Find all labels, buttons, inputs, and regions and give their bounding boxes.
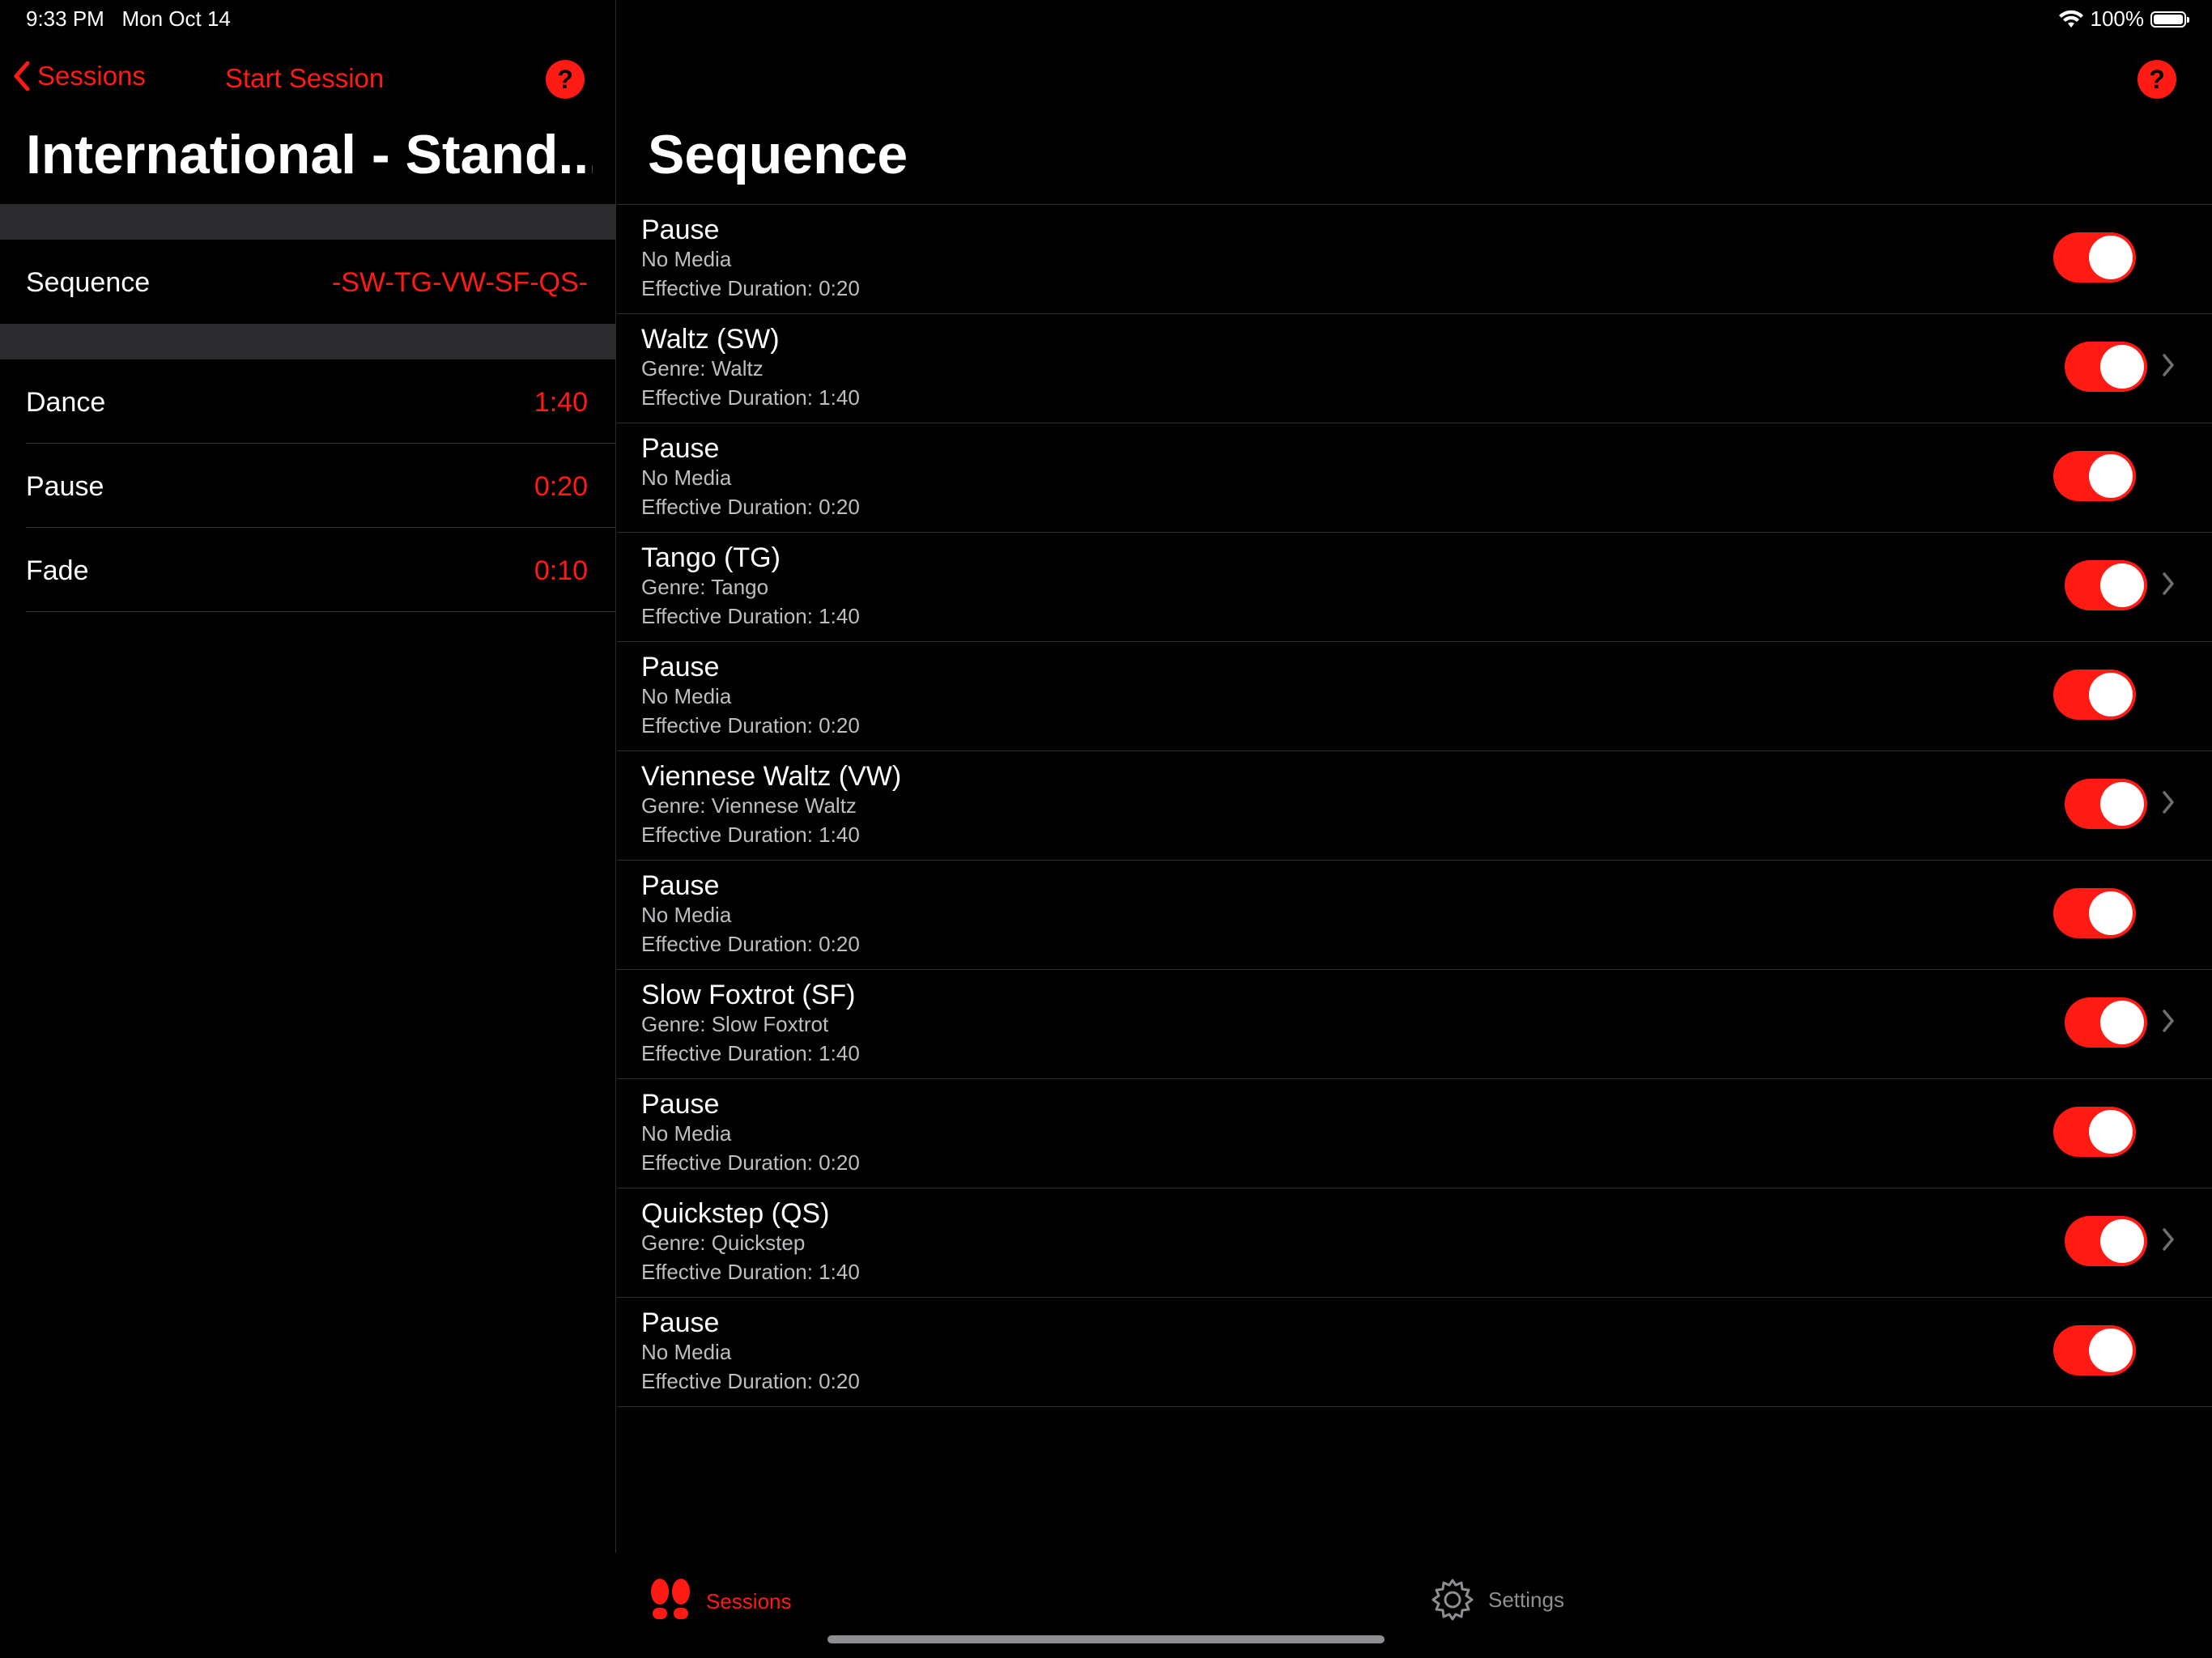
enable-toggle[interactable] (2053, 888, 2136, 938)
duration-label: Pause (26, 471, 104, 502)
item-subtitle: No Media (641, 247, 732, 271)
back-button[interactable]: Sessions (13, 60, 146, 92)
item-duration: Effective Duration: 1:40 (641, 385, 860, 410)
list-item[interactable]: Tango (TG) Genre: Tango Effective Durati… (617, 532, 2212, 641)
item-title: Pause (641, 433, 720, 464)
list-item[interactable]: Pause No Media Effective Duration: 0:20 (617, 1297, 2212, 1406)
page-title: Sequence (648, 124, 908, 185)
item-subtitle: No Media (641, 1121, 732, 1146)
sequence-value: -SW-TG-VW-SF-QS- (331, 267, 588, 298)
home-indicator[interactable] (827, 1635, 1385, 1643)
chevron-right-icon[interactable] (2162, 1227, 2175, 1252)
enable-toggle[interactable] (2065, 997, 2147, 1048)
tab-sessions[interactable]: Sessions (648, 1577, 792, 1626)
list-end-separator (617, 1406, 2212, 1407)
list-item[interactable]: Waltz (SW) Genre: Waltz Effective Durati… (617, 313, 2212, 423)
item-title: Pause (641, 652, 720, 682)
item-title: Pause (641, 215, 720, 245)
sequence-list: Pause No Media Effective Duration: 0:20 … (617, 204, 2212, 1407)
item-title: Pause (641, 1307, 720, 1338)
item-subtitle: No Media (641, 466, 732, 490)
enable-toggle[interactable] (2065, 779, 2147, 829)
tab-sessions-label: Sessions (706, 1588, 792, 1613)
list-item[interactable]: Pause No Media Effective Duration: 0:20 (617, 1078, 2212, 1188)
battery-percent: 100% (2090, 6, 2145, 31)
enable-toggle[interactable] (2053, 1325, 2136, 1375)
item-duration: Effective Duration: 0:20 (641, 932, 860, 956)
chevron-right-icon[interactable] (2162, 1009, 2175, 1033)
item-subtitle: No Media (641, 1340, 732, 1364)
item-duration: Effective Duration: 1:40 (641, 1260, 860, 1284)
item-subtitle: Genre: Tango (641, 575, 769, 599)
left-pane: Sessions Start Session ? International -… (0, 0, 616, 1553)
duration-label: Fade (26, 555, 89, 586)
duration-row-pause[interactable]: Pause 0:20 (0, 444, 615, 528)
item-title: Pause (641, 870, 720, 901)
duration-value: 0:20 (534, 471, 588, 502)
item-title: Quickstep (QS) (641, 1198, 830, 1229)
duration-label: Dance (26, 387, 106, 418)
enable-toggle[interactable] (2053, 670, 2136, 720)
item-duration: Effective Duration: 0:20 (641, 1369, 860, 1393)
item-duration: Effective Duration: 0:20 (641, 713, 860, 738)
item-subtitle: No Media (641, 903, 732, 927)
duration-row-dance[interactable]: Dance 1:40 (0, 359, 615, 444)
item-title: Slow Foxtrot (SF) (641, 980, 856, 1010)
section-gap (0, 204, 615, 240)
chevron-right-icon[interactable] (2162, 572, 2175, 596)
row-separator (26, 611, 615, 612)
item-duration: Effective Duration: 0:20 (641, 1150, 860, 1175)
list-item[interactable]: Pause No Media Effective Duration: 0:20 (617, 204, 2212, 313)
list-item[interactable]: Viennese Waltz (VW) Genre: Viennese Walt… (617, 750, 2212, 860)
status-right: 100% (2058, 6, 2189, 32)
help-icon[interactable]: ? (2138, 60, 2176, 99)
footprints-icon (651, 1579, 690, 1619)
enable-toggle[interactable] (2065, 1216, 2147, 1266)
start-session-button[interactable]: Start Session (225, 63, 384, 94)
sequence-label: Sequence (26, 267, 151, 298)
enable-toggle[interactable] (2053, 1107, 2136, 1157)
tab-settings-label: Settings (1488, 1587, 1564, 1612)
item-duration: Effective Duration: 1:40 (641, 1041, 860, 1065)
duration-row-fade[interactable]: Fade 0:10 (0, 528, 615, 612)
enable-toggle[interactable] (2053, 451, 2136, 501)
list-item[interactable]: Pause No Media Effective Duration: 0:20 (617, 423, 2212, 532)
item-duration: Effective Duration: 0:20 (641, 276, 860, 300)
item-title: Tango (TG) (641, 542, 781, 573)
item-duration: Effective Duration: 1:40 (641, 604, 860, 628)
duration-value: 1:40 (534, 387, 588, 418)
item-subtitle: Genre: Quickstep (641, 1231, 806, 1255)
left-nav-bar: Sessions Start Session (0, 52, 615, 108)
list-item[interactable]: Pause No Media Effective Duration: 0:20 (617, 641, 2212, 750)
gear-icon (1431, 1579, 1474, 1621)
item-subtitle: Genre: Viennese Waltz (641, 793, 857, 818)
list-item[interactable]: Slow Foxtrot (SF) Genre: Slow Foxtrot Ef… (617, 969, 2212, 1078)
tab-settings[interactable]: Settings (1430, 1577, 1564, 1622)
chevron-right-icon[interactable] (2162, 790, 2175, 814)
item-title: Waltz (SW) (641, 324, 780, 355)
chevron-left-icon (14, 61, 30, 91)
wifi-icon (2058, 10, 2083, 28)
back-button-label: Sessions (37, 61, 146, 91)
item-subtitle: Genre: Slow Foxtrot (641, 1012, 829, 1036)
enable-toggle[interactable] (2065, 342, 2147, 392)
item-duration: Effective Duration: 1:40 (641, 823, 860, 847)
help-icon[interactable]: ? (546, 60, 585, 99)
item-title: Pause (641, 1089, 720, 1120)
section-gap (0, 324, 615, 359)
duration-value: 0:10 (534, 555, 588, 586)
session-title: International - Stand... (26, 124, 593, 185)
item-subtitle: Genre: Waltz (641, 356, 764, 380)
enable-toggle[interactable] (2053, 232, 2136, 283)
item-subtitle: No Media (641, 684, 732, 708)
list-item[interactable]: Pause No Media Effective Duration: 0:20 (617, 860, 2212, 969)
item-duration: Effective Duration: 0:20 (641, 495, 860, 519)
item-title: Viennese Waltz (VW) (641, 761, 902, 792)
battery-icon (2150, 11, 2189, 28)
list-item[interactable]: Quickstep (QS) Genre: Quickstep Effectiv… (617, 1188, 2212, 1297)
sequence-row[interactable]: Sequence -SW-TG-VW-SF-QS- (0, 240, 615, 324)
chevron-right-icon[interactable] (2162, 353, 2175, 377)
enable-toggle[interactable] (2065, 560, 2147, 610)
